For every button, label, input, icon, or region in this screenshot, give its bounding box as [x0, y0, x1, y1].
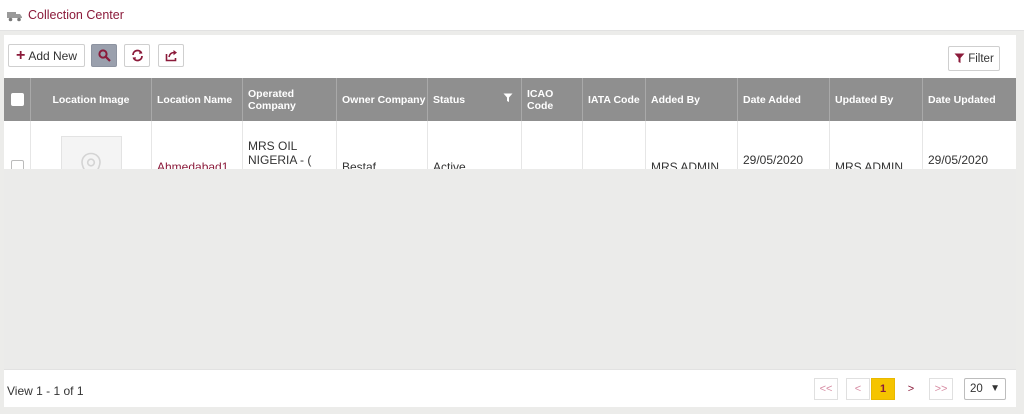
- column-header-date-added[interactable]: Date Added: [738, 78, 830, 121]
- last-page-button[interactable]: >>: [929, 378, 953, 400]
- status-header-label: Status: [433, 93, 466, 106]
- toolbar: + Add New Filter: [4, 35, 1016, 78]
- page-size-select[interactable]: 20 ▼: [964, 378, 1006, 400]
- column-header-added-by[interactable]: Added By: [646, 78, 738, 121]
- filter-label: Filter: [968, 52, 994, 65]
- search-button[interactable]: [91, 44, 117, 67]
- page-size-value: 20: [970, 383, 983, 395]
- column-filter-icon[interactable]: [503, 93, 513, 103]
- column-header-updated-by[interactable]: Updated By: [830, 78, 923, 121]
- add-new-button[interactable]: + Add New: [8, 44, 85, 67]
- refresh-icon: [131, 49, 143, 62]
- add-new-label: Add New: [28, 48, 78, 63]
- truck-icon: [7, 12, 22, 22]
- column-header-location-image[interactable]: Location Image: [31, 78, 152, 121]
- column-header-icao-code[interactable]: ICAO Code: [522, 78, 583, 121]
- column-header-location-name[interactable]: Location Name: [152, 78, 243, 121]
- next-page-button[interactable]: >: [899, 378, 923, 400]
- column-header-iata-code[interactable]: IATA Code: [583, 78, 646, 121]
- grid-empty-area: [4, 169, 1016, 369]
- search-icon: [97, 49, 111, 62]
- select-all-cell: [4, 78, 31, 121]
- title-bar: Collection Center: [0, 0, 1024, 31]
- filter-icon: [954, 53, 965, 63]
- column-header-status[interactable]: Status: [428, 78, 522, 121]
- current-page[interactable]: 1: [871, 378, 895, 400]
- grid-footer: View 1 - 1 of 1 << < 1 > >> 20 ▼: [4, 369, 1016, 407]
- column-header-operated-company[interactable]: Operated Company: [243, 78, 337, 121]
- grid-header: Location Image Location Name Operated Co…: [4, 78, 1016, 121]
- prev-page-button[interactable]: <: [846, 378, 870, 400]
- select-all-checkbox[interactable]: [10, 93, 24, 106]
- refresh-button[interactable]: [124, 44, 150, 67]
- plus-icon: +: [15, 46, 26, 64]
- filter-button[interactable]: Filter: [948, 46, 1000, 71]
- first-page-button[interactable]: <<: [814, 378, 838, 400]
- chevron-down-icon: ▼: [990, 383, 1000, 394]
- view-records-info: View 1 - 1 of 1: [7, 384, 84, 398]
- page-title: Collection Center: [28, 8, 124, 22]
- column-header-date-updated[interactable]: Date Updated: [923, 78, 1016, 121]
- export-icon: [165, 50, 177, 62]
- grid-panel: + Add New Filter Location Image Location…: [4, 35, 1016, 407]
- export-button[interactable]: [158, 44, 184, 67]
- column-header-owner-company[interactable]: Owner Company: [337, 78, 428, 121]
